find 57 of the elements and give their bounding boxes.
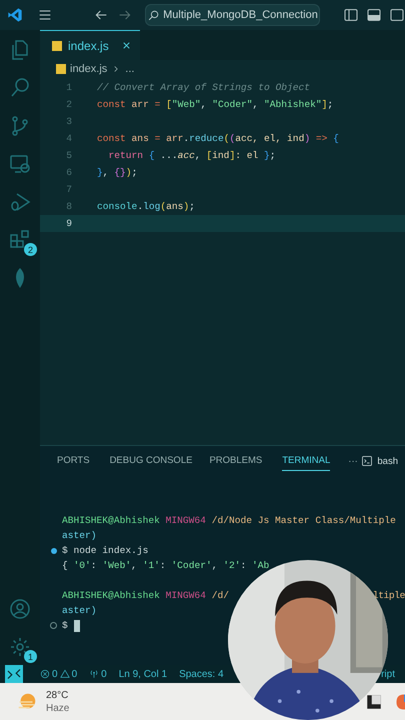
terminal-line: ABHISHEK@Abhishek MINGW64 /d/ xyxy=(62,590,229,601)
code-line: }, {}); xyxy=(97,167,138,178)
terminal-line: ltiple xyxy=(372,590,405,601)
line-number: 5 xyxy=(65,150,72,161)
temperature-text: 28°C xyxy=(46,688,70,702)
search-icon xyxy=(147,8,160,22)
language-status[interactable]: ript xyxy=(381,668,395,680)
code-line: // Convert Array of Strings to Object xyxy=(97,82,310,93)
indentation-status[interactable]: Spaces: 4 xyxy=(179,668,224,680)
breadcrumb-item[interactable]: ... xyxy=(125,62,134,74)
broadcast-icon xyxy=(89,669,100,679)
weather-text: Haze xyxy=(46,702,70,714)
close-icon[interactable] xyxy=(121,40,132,51)
terminal-icon xyxy=(361,455,374,467)
line-number: 4 xyxy=(65,133,72,144)
window-app-icon[interactable] xyxy=(365,692,383,710)
panel-toggle-icon[interactable] xyxy=(366,7,382,23)
line-number: 9 xyxy=(65,218,72,229)
panel-tab[interactable]: PORTS xyxy=(57,451,90,471)
terminal-line: aster) xyxy=(62,605,97,616)
code-line: console.log(ans); xyxy=(97,201,195,212)
editor-tab[interactable]: index.js xyxy=(40,30,140,60)
panel-tab[interactable]: TERMINAL xyxy=(282,451,330,471)
terminal-line: { '0': 'Web', '1': 'Coder', '2': 'Ab xyxy=(62,560,270,571)
command-search-field[interactable]: Multiple_MongoDB_Connection xyxy=(145,4,320,26)
code-line: const ans = arr.reduce((acc, el, ind) => { xyxy=(97,133,339,144)
panel-tab[interactable]: PROBLEMS xyxy=(209,451,262,471)
account-icon[interactable] xyxy=(8,597,32,621)
line-number: 7 xyxy=(65,184,72,195)
line-number: 3 xyxy=(65,116,72,127)
terminal-line: $ xyxy=(62,620,69,631)
code-line: const arr = ["Web", "Coder", "Abhishek"]; xyxy=(97,99,334,110)
problems-status[interactable]: 0 0 xyxy=(40,668,78,680)
breadcrumb-item[interactable]: index.js xyxy=(70,62,108,74)
warning-icon xyxy=(60,669,70,679)
app-logo-icon[interactable] xyxy=(7,7,23,23)
more-button[interactable]: ··· xyxy=(348,456,358,466)
terminal-line: aster) xyxy=(62,530,97,541)
js-file-icon xyxy=(52,40,62,50)
sidebar-toggle-icon[interactable] xyxy=(343,7,359,23)
count-badge: 2 xyxy=(24,243,37,256)
js-file-icon xyxy=(56,64,66,74)
line-number: 8 xyxy=(65,201,72,212)
settings-icon[interactable] xyxy=(8,635,32,659)
line-number: 6 xyxy=(65,167,72,178)
cursor-position-status[interactable]: Ln 9, Col 1 xyxy=(118,668,168,680)
line-number: 2 xyxy=(65,99,72,110)
terminal-line: $ node index.js xyxy=(62,545,148,556)
secondary-sidebar-icon[interactable] xyxy=(389,7,405,23)
terminal-line: ABHISHEK@Abhishek MINGW64 /d/Node Js Master Class/Multiple xyxy=(62,515,396,526)
error-icon xyxy=(40,669,50,679)
count-badge: 1 xyxy=(24,650,37,663)
ports-status[interactable]: 0 xyxy=(89,668,107,680)
panel-tab[interactable]: DEBUG CONSOLE xyxy=(110,451,192,471)
terminal-shell-button[interactable]: bash xyxy=(361,455,398,467)
code-line: return { ...acc, [ind]: el }; xyxy=(108,150,276,161)
line-number: 1 xyxy=(65,82,72,93)
